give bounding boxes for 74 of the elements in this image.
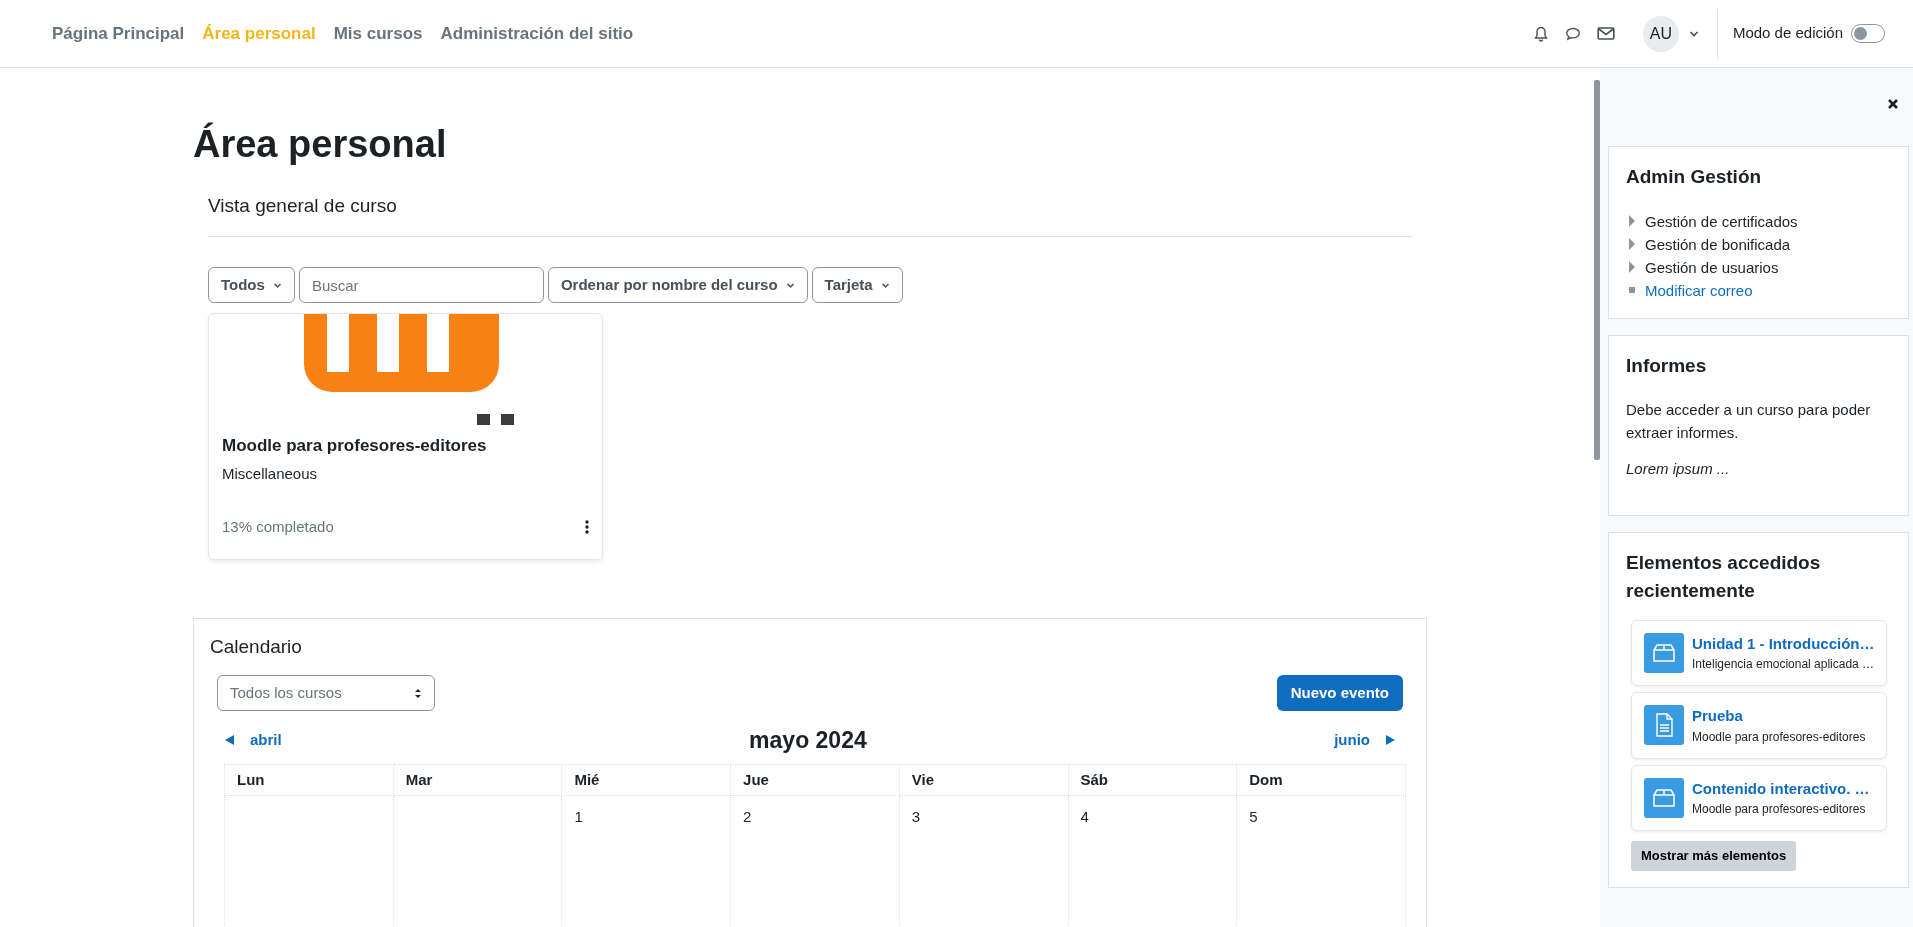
page-title: Área personal <box>193 122 448 167</box>
weekday-header: Vie <box>899 764 1068 796</box>
weekday-header: Sáb <box>1068 764 1237 796</box>
new-event-button[interactable]: Nuevo evento <box>1276 675 1403 712</box>
nav-link[interactable]: Administración del sitio <box>435 20 639 47</box>
recent-item-title[interactable]: Prueba <box>1692 705 1866 728</box>
weekday-header: Mar <box>393 764 562 796</box>
caret-icon <box>785 281 795 289</box>
search-field[interactable]: Buscar <box>298 267 544 304</box>
filter-dropdown[interactable]: Tarjeta <box>811 267 903 304</box>
course-card[interactable]: Moodle para profesores-editores Miscellaneous 13% completado <box>208 313 603 560</box>
caret-icon <box>272 281 282 289</box>
expand-triangle-icon[interactable] <box>1629 238 1635 250</box>
next-month-link[interactable]: junio <box>1334 729 1395 752</box>
day-number[interactable]: 3 <box>911 808 921 826</box>
menu-item[interactable]: Gestión de usuarios <box>1645 255 1779 279</box>
recent-item-title[interactable]: Unidad 1 - Introducción… <box>1692 632 1874 655</box>
envelope-icon[interactable] <box>1596 25 1615 42</box>
close-icon[interactable] <box>1887 98 1899 110</box>
caret-icon <box>880 281 890 289</box>
menu-item[interactable]: Gestión de bonificada <box>1645 232 1791 256</box>
user-avatar[interactable]: AU <box>1642 15 1679 52</box>
nav-link[interactable]: Mis cursos <box>328 20 428 47</box>
filter-dropdown[interactable]: Todos <box>208 267 295 304</box>
more-options-icon[interactable] <box>585 520 589 535</box>
section-title: Vista general de curso <box>208 191 1412 238</box>
recent-item-card[interactable]: Contenido interactivo. … Moodle para profesores-editores <box>1631 764 1887 831</box>
month-title: mayo 2024 <box>749 726 867 756</box>
day-number[interactable]: 1 <box>574 808 583 826</box>
chat-bubble-icon[interactable] <box>1564 25 1581 42</box>
box-icon <box>1652 642 1676 663</box>
day-number[interactable]: 2 <box>743 808 752 826</box>
edit-mode-label: Modo de edición <box>1732 23 1843 44</box>
menu-item[interactable]: Gestión de certificados <box>1645 209 1798 233</box>
expand-triangle-icon[interactable] <box>1629 261 1635 273</box>
recent-item-title[interactable]: Contenido interactivo. … <box>1692 777 1870 800</box>
day-number[interactable]: 4 <box>1080 808 1089 826</box>
block-title: Admin Gestión <box>1626 165 1763 189</box>
calendar-title: Calendario <box>210 634 303 659</box>
document-icon <box>1655 713 1673 738</box>
course-name[interactable]: Moodle para profesores-editores <box>222 433 589 459</box>
show-more-button[interactable]: Mostrar más elementos <box>1631 841 1797 871</box>
weekday-header: Lun <box>224 764 394 796</box>
course-category: Miscellaneous <box>222 463 319 484</box>
right-arrow-icon <box>1386 735 1395 746</box>
recent-item-course: Moodle para profesores-editores <box>1692 728 1866 746</box>
expand-triangle-icon[interactable] <box>1629 215 1635 227</box>
block-title: Elementos accedidos recientemente <box>1626 550 1822 603</box>
recent-item-course: Moodle para profesores-editores <box>1692 801 1867 818</box>
weekday-header: Mié <box>561 764 731 796</box>
box-icon <box>1652 787 1676 808</box>
left-arrow-icon <box>225 735 234 746</box>
menu-link[interactable]: Modificar correo <box>1645 278 1753 302</box>
weekday-header: Jue <box>730 764 900 796</box>
block-text: Debe acceder a un curso para poder extraer informes. <box>1626 400 1872 443</box>
select-value: Todos los cursos <box>230 682 342 703</box>
recent-item-course: Inteligencia emocional aplicada … <box>1692 656 1874 673</box>
edit-mode-switch[interactable] <box>1851 24 1885 43</box>
filter-dropdown[interactable]: Ordenar por nombre del curso <box>547 267 808 304</box>
day-number[interactable]: 5 <box>1249 808 1258 826</box>
square-bullet-icon <box>1629 287 1635 293</box>
previous-month-link[interactable]: abril <box>225 729 282 752</box>
caret-icon[interactable] <box>1688 30 1699 37</box>
nav-link[interactable]: Página Principal <box>47 20 190 47</box>
course-select[interactable]: Todos los cursos <box>217 675 435 712</box>
notification-bell-icon[interactable] <box>1532 25 1549 42</box>
recent-item-card[interactable]: Prueba Moodle para profesores-editores <box>1631 692 1887 759</box>
completion-text: 13% completado <box>222 517 334 538</box>
sort-arrows-icon <box>414 687 422 699</box>
scrollbar[interactable] <box>1594 80 1600 460</box>
block-title: Informes <box>1626 353 1708 378</box>
recent-item-card[interactable]: Unidad 1 - Introducción… Inteligencia emocional aplicada … <box>1631 619 1887 686</box>
weekday-header: Dom <box>1236 764 1406 796</box>
block-note: Lorem ipsum ... <box>1626 459 1731 479</box>
